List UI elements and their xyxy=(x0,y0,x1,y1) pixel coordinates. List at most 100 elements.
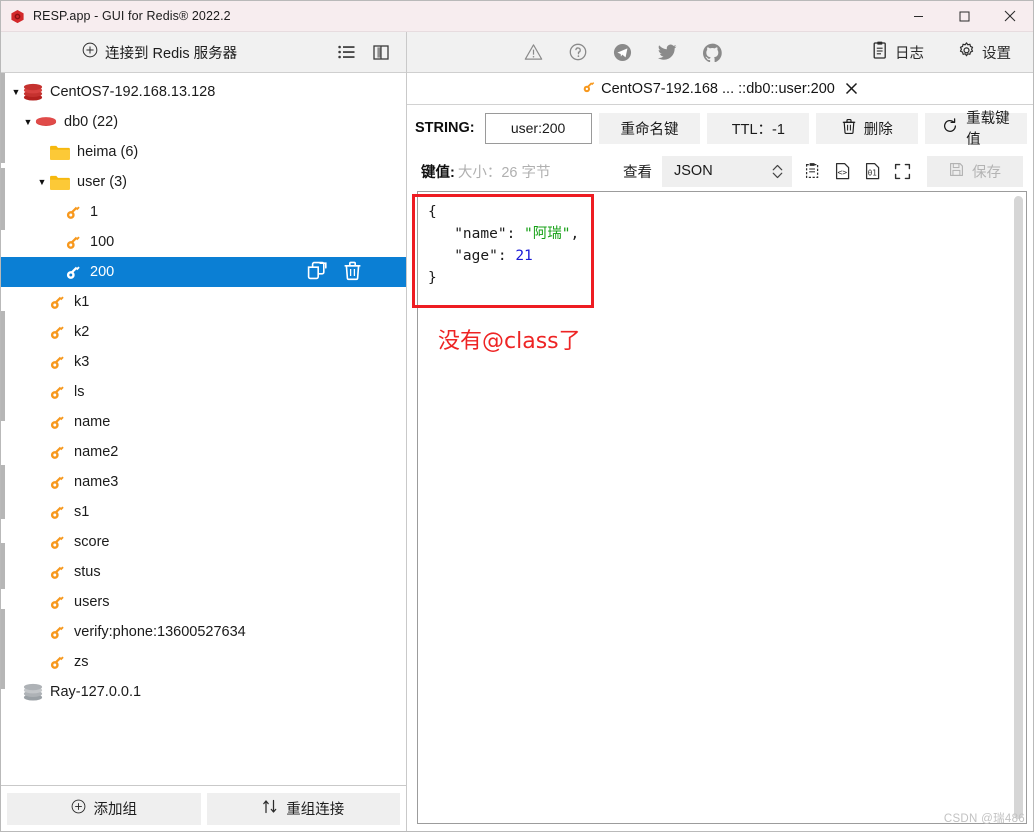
save-value-label: 保存 xyxy=(972,164,1001,181)
value-label: 键值: xyxy=(421,164,455,181)
tree-item-ray-127-0-0-1[interactable]: Ray-127.0.0.1 xyxy=(1,677,406,707)
tree-item-k2[interactable]: k2 xyxy=(1,317,406,347)
tab-key-user-200[interactable]: CentOS7-192.168 ... ::db0::user:200 xyxy=(576,73,864,104)
chevron-down-icon[interactable]: ▼ xyxy=(35,177,49,187)
tree-item-stus[interactable]: stus xyxy=(1,557,406,587)
telegram-icon[interactable] xyxy=(613,43,632,62)
redis-server-icon xyxy=(23,683,43,702)
tree-item-k1[interactable]: k1 xyxy=(1,287,406,317)
tab-close-icon[interactable] xyxy=(845,82,858,95)
connections-tree[interactable]: ▼ CentOS7-192.168.13.128 ▼ db0 (22) heima… xyxy=(1,73,406,785)
tree-item-label: CentOS7-192.168.13.128 xyxy=(50,84,216,100)
regroup-connections-button[interactable]: 重组连接 xyxy=(206,792,400,825)
reload-value-button[interactable]: 重载键值 xyxy=(925,111,1027,148)
tree-item-db0[interactable]: ▼ db0 (22) xyxy=(1,107,406,137)
sidebar-scrollbar[interactable] xyxy=(1,73,6,785)
tree-item-s1[interactable]: s1 xyxy=(1,497,406,527)
add-group-button[interactable]: 添加组 xyxy=(7,792,201,825)
tree-item-1[interactable]: 1 xyxy=(1,197,406,227)
key-name-input[interactable]: user:200 xyxy=(484,112,592,144)
json-token: , xyxy=(570,226,580,242)
editor-scrollbar[interactable] xyxy=(1014,196,1023,819)
tree-item-label: k3 xyxy=(74,354,90,370)
tree-item-100[interactable]: 100 xyxy=(1,227,406,257)
toolbar-view-icons xyxy=(338,44,406,60)
refresh-icon xyxy=(942,118,958,138)
list-view-icon[interactable] xyxy=(338,45,355,59)
json-token: } xyxy=(428,270,437,286)
key-icon xyxy=(49,383,67,401)
main-body: ▼ CentOS7-192.168.13.128 ▼ db0 (22) heima… xyxy=(1,73,1033,831)
connections-sidebar: ▼ CentOS7-192.168.13.128 ▼ db0 (22) heima… xyxy=(1,73,407,831)
github-icon[interactable] xyxy=(703,43,722,62)
twitter-icon[interactable] xyxy=(658,44,677,61)
folder-icon xyxy=(49,174,70,191)
close-button[interactable] xyxy=(987,1,1033,32)
maximize-button[interactable] xyxy=(941,1,987,32)
redis-server-icon xyxy=(23,83,43,102)
key-icon xyxy=(49,413,67,431)
json-token: "阿瑞" xyxy=(524,226,571,242)
key-name-value: user:200 xyxy=(510,120,566,136)
chevron-down-icon[interactable]: ▼ xyxy=(9,87,23,97)
tree-item-user[interactable]: ▼ user (3) xyxy=(1,167,406,197)
fullscreen-icon[interactable] xyxy=(894,163,911,180)
ttl-button[interactable]: TTL：-1 xyxy=(707,112,810,144)
connect-to-redis-button[interactable]: 连接到 Redis 服务器 xyxy=(82,42,237,63)
save-value-button[interactable]: 保存 xyxy=(927,155,1023,187)
add-group-label: 添加组 xyxy=(93,802,138,818)
tree-item-label: name xyxy=(74,414,111,430)
json-token: { xyxy=(428,204,437,220)
tree-item-score[interactable]: score xyxy=(1,527,406,557)
rename-key-button[interactable]: 重命名键 xyxy=(598,112,701,144)
tree-item-label: name3 xyxy=(74,474,119,490)
tree-item-label: users xyxy=(74,594,110,610)
json-content[interactable]: { "name": "阿瑞", "age": 21} xyxy=(418,192,1026,823)
tree-item-name[interactable]: name xyxy=(1,407,406,437)
binary-file-icon[interactable]: 01 xyxy=(864,162,881,180)
tree-item-zs[interactable]: zs xyxy=(1,647,406,677)
json-token: 21 xyxy=(515,248,533,264)
key-icon xyxy=(65,263,83,281)
title-bar: RESP.app - GUI for Redis® 2022.2 xyxy=(1,1,1033,32)
tree-item-count: (3) xyxy=(105,174,127,190)
tree-item-verify-phone-13600527634[interactable]: verify:phone:13600527634 xyxy=(1,617,406,647)
redis-hexagon-logo-icon xyxy=(10,9,25,24)
application-window: RESP.app - GUI for Redis® 2022.2 连接到 Red… xyxy=(0,0,1034,832)
tree-item-heima[interactable]: heima (6) xyxy=(1,137,406,167)
trash-icon[interactable] xyxy=(343,260,362,285)
tree-item-count: (22) xyxy=(88,114,119,130)
toolbar-right-section: 日志 设置 xyxy=(407,32,1033,73)
delete-key-label: 删除 xyxy=(863,121,893,138)
tree-item-k3[interactable]: k3 xyxy=(1,347,406,377)
question-circle-icon[interactable] xyxy=(569,43,587,61)
value-editor[interactable]: { "name": "阿瑞", "age": 21} xyxy=(417,191,1027,824)
copy-link-icon[interactable] xyxy=(307,260,329,285)
warning-triangle-icon[interactable] xyxy=(524,43,543,61)
tree-item-name3[interactable]: name3 xyxy=(1,467,406,497)
tree-item-users[interactable]: users xyxy=(1,587,406,617)
log-button[interactable]: 日志 xyxy=(872,41,924,63)
plus-circle-icon xyxy=(71,799,86,818)
view-mode-select[interactable]: JSON xyxy=(662,155,792,187)
split-pane-icon[interactable] xyxy=(373,44,389,60)
view-mode-value: JSON xyxy=(674,163,713,179)
toolbar-actions: 日志 设置 xyxy=(872,41,1033,63)
tree-item-centos7-192-168-13-128[interactable]: ▼ CentOS7-192.168.13.128 xyxy=(1,77,406,107)
tree-item-label: score xyxy=(74,534,110,550)
tree-item-200[interactable]: 200 xyxy=(1,257,406,287)
minimize-button[interactable] xyxy=(895,1,941,32)
chevron-down-icon[interactable]: ▼ xyxy=(21,117,35,127)
settings-button[interactable]: 设置 xyxy=(958,41,1011,63)
tree-item-label: s1 xyxy=(74,504,90,520)
clipboard-paste-icon[interactable] xyxy=(804,162,821,180)
tree-item-label: ls xyxy=(74,384,85,400)
tree-item-label: verify:phone:13600527634 xyxy=(74,624,246,640)
tree-item-name2[interactable]: name2 xyxy=(1,437,406,467)
delete-key-button[interactable]: 删除 xyxy=(816,112,919,144)
main-toolbar: 连接到 Redis 服务器 日志 设置 xyxy=(1,31,1033,73)
code-file-icon[interactable]: <> xyxy=(834,162,851,180)
tree-item-ls[interactable]: ls xyxy=(1,377,406,407)
log-button-label: 日志 xyxy=(895,45,924,62)
json-line: { xyxy=(428,201,1026,223)
